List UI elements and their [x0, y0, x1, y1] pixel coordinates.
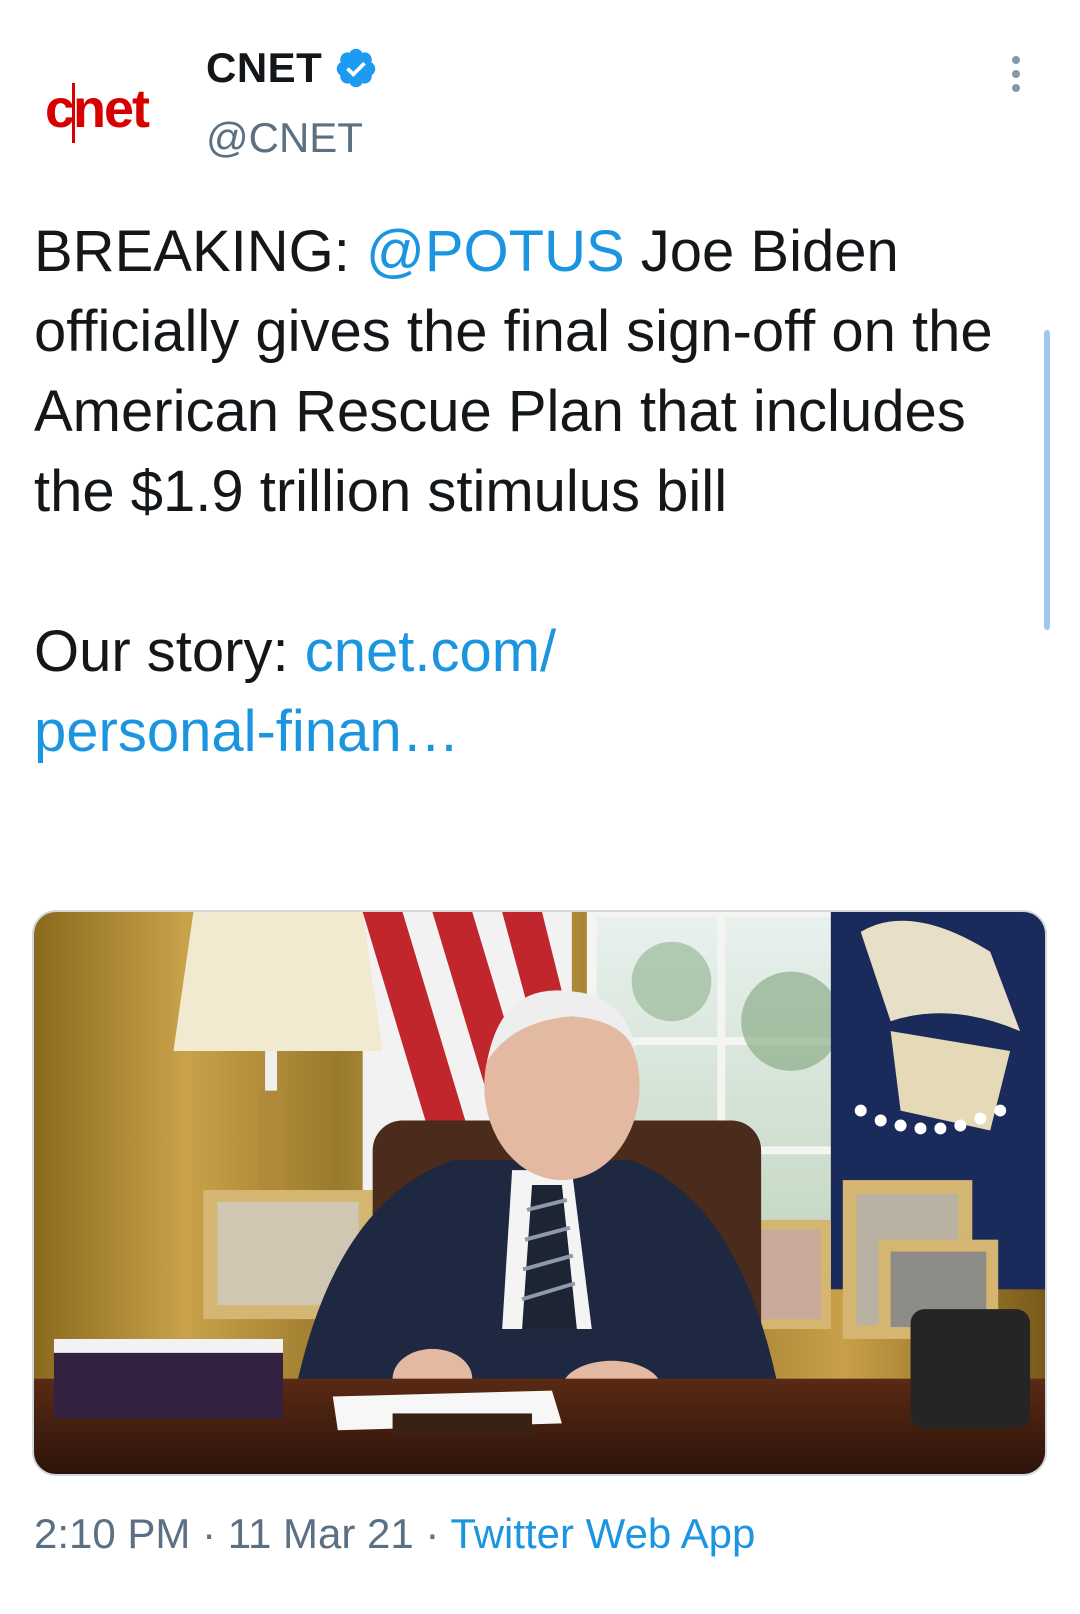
handle[interactable]: @CNET [206, 114, 378, 162]
meta-separator: · [413, 1510, 451, 1557]
more-dot [1012, 70, 1020, 78]
display-name[interactable]: CNET [206, 44, 322, 92]
cnet-logo: cnet [45, 79, 152, 143]
mention-link[interactable]: @POTUS [366, 219, 625, 284]
tweet: cnet CNET @CNET BREAKING: @POTUS Joe Bid… [0, 0, 1080, 1614]
scroll-indicator [1044, 330, 1050, 630]
more-dot [1012, 84, 1020, 92]
tweet-date[interactable]: 11 Mar 21 [228, 1510, 414, 1557]
tweet-text: BREAKING: @POTUS Joe Biden officially gi… [34, 212, 1044, 772]
tweet-prefix: BREAKING: [34, 219, 366, 284]
tweet-source[interactable]: Twitter Web App [450, 1510, 755, 1557]
tweet-media-photo[interactable] [32, 910, 1047, 1476]
more-dot [1012, 56, 1020, 64]
photo-illustration [34, 912, 1045, 1474]
author-block[interactable]: CNET @CNET [206, 44, 378, 162]
name-row: CNET [206, 44, 378, 92]
tweet-time[interactable]: 2:10 PM [34, 1510, 190, 1557]
more-options-icon[interactable] [996, 52, 1036, 96]
tweet-meta: 2:10 PM · 11 Mar 21 · Twitter Web App [34, 1510, 755, 1558]
avatar[interactable]: cnet [36, 40, 176, 180]
verified-badge-icon [337, 48, 376, 88]
cnet-logo-text: cnet [45, 79, 150, 139]
story-label: Our story: [34, 619, 305, 684]
meta-separator: · [190, 1510, 228, 1557]
